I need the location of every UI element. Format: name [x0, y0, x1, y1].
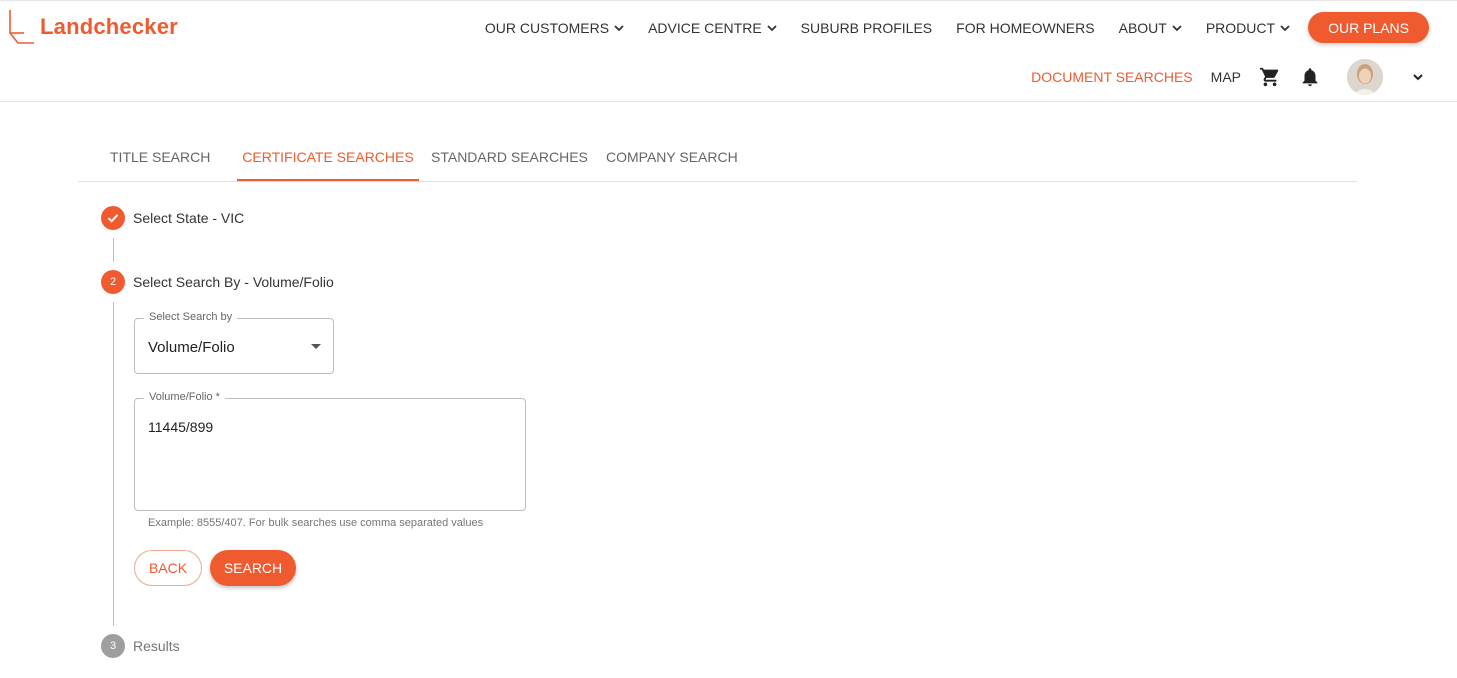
our-plans-button[interactable]: OUR PLANS: [1308, 12, 1429, 43]
main-navigation: OUR CUSTOMERS ADVICE CENTRE SUBURB PROFI…: [461, 12, 1429, 43]
secondary-navigation: DOCUMENT SEARCHES MAP: [1013, 59, 1425, 95]
nav-advice-centre[interactable]: ADVICE CENTRE: [648, 20, 777, 36]
nav-label: PRODUCT: [1205, 19, 1276, 36]
volume-folio-value: 11445/899: [148, 419, 214, 435]
map-link[interactable]: MAP: [1211, 69, 1241, 85]
nav-label: ABOUT: [1118, 19, 1167, 36]
search-button[interactable]: SEARCH: [210, 550, 296, 586]
nav-label: ADVICE CENTRE: [648, 19, 762, 36]
dropdown-arrow-icon: [311, 344, 321, 349]
nav-label: SUBURB PROFILES: [800, 19, 933, 36]
nav-label: FOR HOMEOWNERS: [956, 19, 1095, 36]
nav-label: OUR CUSTOMERS: [484, 19, 610, 36]
step-3-number: 3: [101, 634, 125, 658]
top-header: Landchecker OUR CUSTOMERS ADVICE CENTRE …: [0, 0, 1457, 102]
step-connector: [113, 238, 114, 262]
chevron-down-icon: [1280, 24, 1290, 31]
nav-suburb-profiles[interactable]: SUBURB PROFILES: [801, 20, 932, 36]
volume-folio-input[interactable]: Volume/Folio * 11445/899: [134, 391, 526, 511]
step-connector: [113, 302, 114, 626]
search-by-select[interactable]: Select Search by Volume/Folio: [134, 311, 334, 374]
nav-about[interactable]: ABOUT: [1119, 20, 1182, 36]
step-complete-check-icon: [101, 206, 125, 230]
bell-icon[interactable]: [1299, 66, 1321, 88]
landchecker-logo-icon: [9, 10, 34, 44]
cart-icon[interactable]: [1259, 66, 1281, 88]
nav-for-homeowners[interactable]: FOR HOMEOWNERS: [956, 20, 1094, 36]
tab-title-search[interactable]: TITLE SEARCH: [110, 134, 210, 181]
tab-certificate-searches[interactable]: CERTIFICATE SEARCHES: [237, 134, 419, 181]
nav-product[interactable]: PRODUCT: [1206, 20, 1290, 36]
volume-folio-helper: Example: 8555/407. For bulk searches use…: [148, 517, 484, 529]
step-2-label: Select Search By - Volume/Folio: [133, 274, 334, 290]
step-2-number: 2: [101, 270, 125, 294]
step-1-label: Select State - VIC: [133, 210, 245, 226]
chevron-down-icon: [767, 24, 777, 31]
nav-our-customers[interactable]: OUR CUSTOMERS: [485, 20, 624, 36]
step-3-label: Results: [133, 638, 180, 654]
tab-company-search[interactable]: COMPANY SEARCH: [606, 134, 738, 181]
brand-name: Landchecker: [40, 14, 178, 39]
chevron-down-icon: [1172, 24, 1182, 31]
chevron-down-icon[interactable]: [1411, 70, 1425, 84]
tab-standard-searches[interactable]: STANDARD SEARCHES: [431, 134, 588, 181]
search-by-value: Volume/Folio: [148, 339, 235, 356]
back-button[interactable]: BACK: [134, 550, 202, 586]
document-searches-link[interactable]: DOCUMENT SEARCHES: [1031, 69, 1193, 85]
brand-logo[interactable]: Landchecker: [8, 9, 178, 45]
avatar[interactable]: [1347, 59, 1383, 95]
chevron-down-icon: [614, 24, 624, 31]
search-by-legend: Select Search by: [144, 311, 238, 323]
user-avatar-icon: [1347, 59, 1383, 95]
volume-folio-legend: Volume/Folio *: [144, 391, 225, 403]
search-type-tabs: TITLE SEARCH CERTIFICATE SEARCHES STANDA…: [78, 134, 1357, 182]
